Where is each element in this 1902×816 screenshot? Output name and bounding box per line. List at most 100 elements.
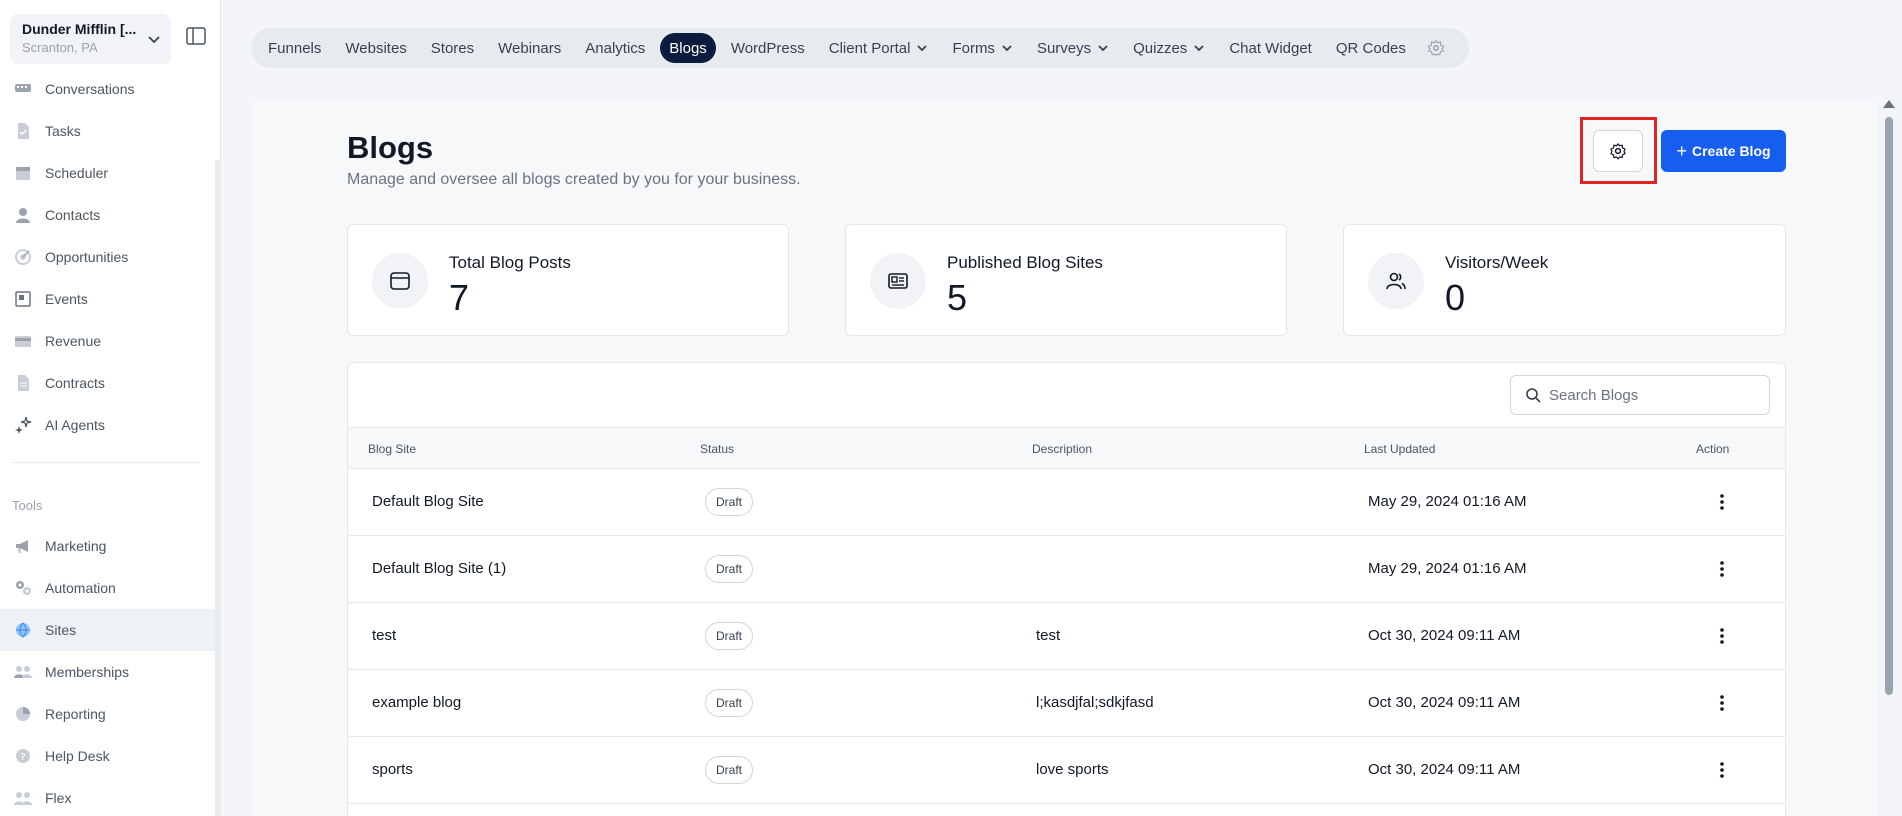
help-icon: ? [14,747,32,765]
blog-site-name[interactable]: test [372,627,396,644]
tab-label: WordPress [730,39,805,57]
sidebar-item-label: Marketing [45,538,107,554]
table-row[interactable]: example blog Draft l;kasdjfal;sdkjfasd O… [348,670,1785,737]
tab-surveys[interactable]: Surveys [1028,33,1118,63]
tab-label: Websites [345,39,407,57]
sidebar-item-label: Help Desk [45,748,110,764]
tab-qr-codes[interactable]: QR Codes [1327,33,1415,63]
more-actions-icon[interactable] [1712,558,1732,580]
tab-quizzes[interactable]: Quizzes [1124,33,1214,63]
sidebar-scrollbar[interactable] [215,160,221,816]
sidebar-item-tasks[interactable]: Tasks [0,110,215,152]
column-header-description[interactable]: Description [1032,442,1092,456]
sidebar-item-contracts[interactable]: Contracts [0,362,215,404]
sidebar-item-contacts[interactable]: Contacts [0,194,215,236]
sidebar-item-label: Opportunities [45,249,129,265]
sidebar-item-label: Tasks [45,123,81,139]
sidebar-item-automation[interactable]: Automation [0,567,215,609]
gears-icon [14,579,32,597]
last-updated: Oct 30, 2024 09:11 AM [1368,694,1521,711]
table-row[interactable]: Default Blog Site (1) Draft May 29, 2024… [348,536,1785,603]
tab-websites[interactable]: Websites [336,33,415,63]
tabs-settings-gear-icon[interactable] [1427,39,1445,57]
article-icon [870,253,926,309]
tab-label: Funnels [268,39,322,57]
column-header-status[interactable]: Status [700,442,734,456]
sidebar-item-label: Conversations [45,81,135,97]
search-box[interactable] [1510,375,1770,415]
main-content: Blogs Manage and oversee all blogs creat… [251,98,1878,816]
stat-card-total-posts: Total Blog Posts 7 [347,224,789,336]
tab-stores[interactable]: Stores [422,33,483,63]
last-updated: Oct 30, 2024 09:11 AM [1368,761,1521,778]
tab-label: Client Portal [828,39,911,57]
blog-site-name[interactable]: Default Blog Site (1) [372,560,506,577]
tab-blogs[interactable]: Blogs [660,33,716,63]
sidebar-item-label: Contracts [45,375,105,391]
calendar-icon [14,164,32,182]
blog-description: test [1036,627,1061,644]
sidebar-item-marketing[interactable]: Marketing [0,525,215,567]
sidebar-item-help-desk[interactable]: ? Help Desk [0,735,215,777]
column-header-blog-site[interactable]: Blog Site [368,442,416,456]
page-subtitle: Manage and oversee all blogs created by … [347,171,801,188]
sidebar-item-events[interactable]: Events [0,278,215,320]
sidebar-item-sites[interactable]: Sites [0,609,215,651]
sidebar-item-revenue[interactable]: Revenue [0,320,215,362]
tab-analytics[interactable]: Analytics [576,33,654,63]
blog-site-name[interactable]: Default Blog Site [372,493,484,510]
sidebar-item-memberships[interactable]: Memberships [0,651,215,693]
more-actions-icon[interactable] [1712,759,1732,781]
megaphone-icon [14,537,32,555]
sidebar-item-label: Automation [45,580,116,596]
sidebar-collapse-icon[interactable] [186,27,206,45]
chevron-down-icon [1098,45,1108,52]
sparkle-icon [14,416,32,434]
tab-client-portal[interactable]: Client Portal [820,33,938,63]
more-actions-icon[interactable] [1712,491,1732,513]
table-row[interactable]: Default Blog Site Draft May 29, 2024 01:… [348,469,1785,536]
sidebar-item-opportunities[interactable]: Opportunities [0,236,215,278]
sidebar-item-flex[interactable]: Flex [0,777,215,816]
tab-chat-widget[interactable]: Chat Widget [1220,33,1321,63]
more-actions-icon[interactable] [1712,692,1732,714]
status-badge: Draft [705,756,754,784]
tab-wordpress[interactable]: WordPress [722,33,814,63]
sidebar-item-conversations[interactable]: Conversations [0,68,215,110]
person-icon [14,206,32,224]
svg-text:?: ? [20,752,25,763]
stat-card-published-sites: Published Blog Sites 5 [845,224,1287,336]
tab-label: Forms [952,39,995,57]
tab-webinars[interactable]: Webinars [489,33,570,63]
sidebar-divider [12,462,199,463]
tab-funnels[interactable]: Funnels [259,33,330,63]
page-scrollbar-thumb[interactable] [1885,117,1893,695]
status-badge: Draft [705,622,754,650]
sidebar-item-reporting[interactable]: Reporting [0,693,215,735]
blog-site-name[interactable]: example blog [372,694,461,711]
sidebar-item-label: Reporting [45,706,106,722]
create-blog-button[interactable]: + Create Blog [1661,130,1786,172]
sidebar-item-label: Flex [45,790,72,806]
sidebar-item-ai-agents[interactable]: AI Agents [0,404,215,446]
account-switcher[interactable]: Dunder Mifflin [... Scranton, PA [10,14,171,64]
blog-site-name[interactable]: sports [372,761,413,778]
table-row[interactable]: sports Draft love sports Oct 30, 2024 09… [348,737,1785,804]
more-actions-icon[interactable] [1712,625,1732,647]
browser-icon [372,253,428,309]
tab-forms[interactable]: Forms [943,33,1022,63]
status-badge: Draft [705,488,754,516]
search-icon [1526,388,1541,403]
table-header: Blog Site Status Description Last Update… [348,427,1785,469]
column-header-last-updated[interactable]: Last Updated [1364,442,1435,456]
status-badge: Draft [705,689,754,717]
stat-label: Visitors/Week [1445,253,1549,272]
table-row[interactable]: test Draft test Oct 30, 2024 09:11 AM [348,603,1785,670]
tab-label: QR Codes [1335,39,1406,57]
sidebar-item-scheduler[interactable]: Scheduler [0,152,215,194]
search-input[interactable] [1549,386,1749,404]
chevron-down-icon [917,45,928,52]
stat-value: 7 [449,277,470,318]
scroll-up-arrow[interactable] [1883,100,1895,108]
sidebar-item-label: Events [45,291,88,307]
